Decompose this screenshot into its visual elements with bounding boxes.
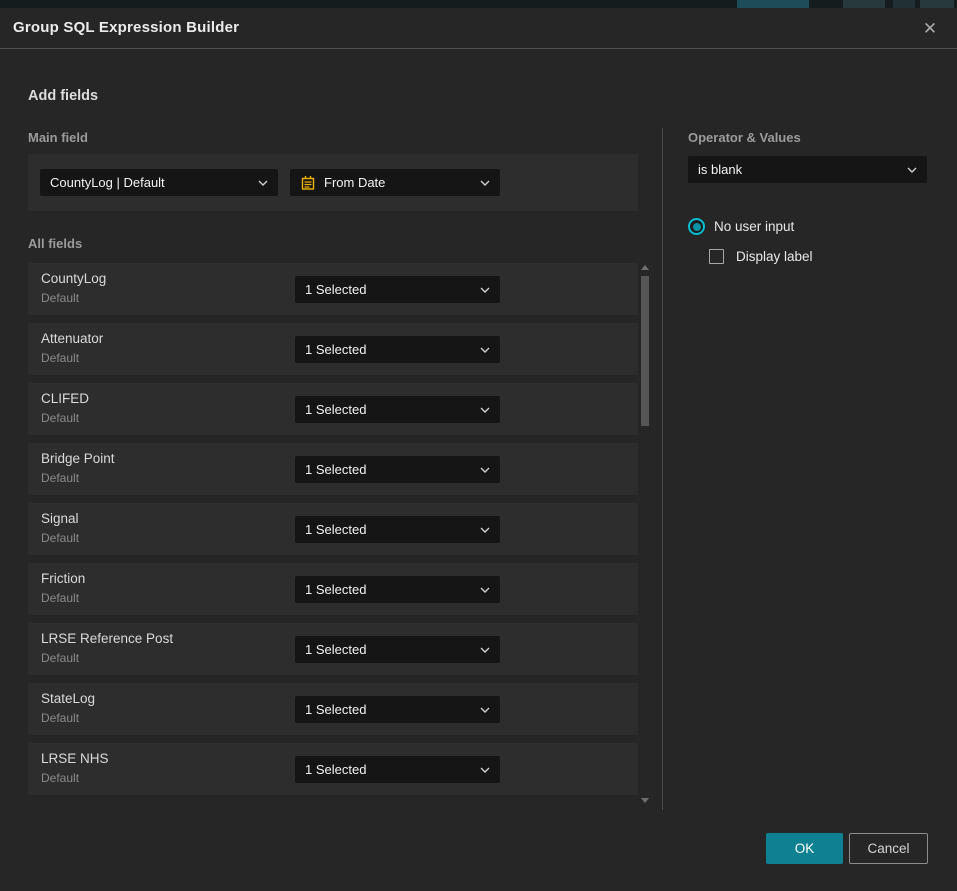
chevron-down-icon [480, 647, 490, 653]
cancel-button[interactable]: Cancel [849, 833, 928, 864]
field-name: Attenuator [41, 331, 103, 346]
field-subtitle: Default [41, 591, 79, 605]
field-subtitle: Default [41, 411, 79, 425]
list-item: Bridge Point Default 1 Selected [28, 443, 638, 495]
background-toolbar-fragment [737, 0, 809, 8]
dialog-title: Group SQL Expression Builder [13, 19, 239, 36]
add-fields-heading: Add fields [28, 88, 98, 104]
scrollbar-down-arrow-icon[interactable] [641, 798, 649, 803]
chevron-down-icon [480, 587, 490, 593]
field-selected-value: 1 Selected [305, 282, 472, 297]
field-selected-dropdown[interactable]: 1 Selected [295, 396, 500, 423]
background-toolbar-fragment [920, 0, 954, 8]
main-field-source-dropdown[interactable]: CountyLog | Default [40, 169, 278, 196]
field-selected-dropdown[interactable]: 1 Selected [295, 276, 500, 303]
all-fields-label: All fields [28, 236, 82, 251]
field-selected-value: 1 Selected [305, 402, 472, 417]
list-item: LRSE Reference Post Default 1 Selected [28, 623, 638, 675]
operator-dropdown[interactable]: is blank [688, 156, 927, 183]
field-name: CLIFED [41, 391, 89, 406]
chevron-down-icon [907, 167, 917, 173]
display-label-text: Display label [736, 249, 813, 264]
field-name: LRSE Reference Post [41, 631, 173, 646]
main-field-source-value: CountyLog | Default [50, 175, 250, 190]
operator-value: is blank [698, 162, 899, 177]
calendar-icon [300, 175, 316, 191]
field-subtitle: Default [41, 291, 79, 305]
field-name: Friction [41, 571, 85, 586]
list-item: Friction Default 1 Selected [28, 563, 638, 615]
scrollbar [640, 263, 650, 805]
list-item: LRSE NHS Default 1 Selected [28, 743, 638, 795]
chevron-down-icon [480, 287, 490, 293]
field-selected-dropdown[interactable]: 1 Selected [295, 756, 500, 783]
dialog-titlebar: Group SQL Expression Builder ✕ [0, 8, 957, 49]
display-label-checkbox[interactable]: Display label [709, 249, 813, 264]
field-selected-value: 1 Selected [305, 582, 472, 597]
list-item: Signal Default 1 Selected [28, 503, 638, 555]
ok-button[interactable]: OK [766, 833, 843, 864]
main-field-field-dropdown[interactable]: From Date [290, 169, 500, 196]
field-selected-value: 1 Selected [305, 642, 472, 657]
all-fields-list: CountyLog Default 1 Selected Attenuator … [28, 263, 638, 803]
list-item: CLIFED Default 1 Selected [28, 383, 638, 435]
main-field-label: Main field [28, 130, 88, 145]
field-selected-value: 1 Selected [305, 762, 472, 777]
chevron-down-icon [480, 767, 490, 773]
field-subtitle: Default [41, 531, 79, 545]
scrollbar-thumb[interactable] [641, 276, 649, 426]
field-name: Signal [41, 511, 79, 526]
panel-divider [662, 128, 663, 810]
field-subtitle: Default [41, 471, 79, 485]
chevron-down-icon [480, 527, 490, 533]
chevron-down-icon [480, 407, 490, 413]
field-subtitle: Default [41, 771, 79, 785]
list-item: StateLog Default 1 Selected [28, 683, 638, 735]
field-selected-value: 1 Selected [305, 462, 472, 477]
scrollbar-up-arrow-icon[interactable] [641, 265, 649, 270]
field-selected-dropdown[interactable]: 1 Selected [295, 636, 500, 663]
main-field-field-value: From Date [324, 175, 472, 190]
background-app-strip [0, 0, 957, 8]
chevron-down-icon [480, 467, 490, 473]
field-selected-value: 1 Selected [305, 342, 472, 357]
chevron-down-icon [480, 347, 490, 353]
list-item: CountyLog Default 1 Selected [28, 263, 638, 315]
field-subtitle: Default [41, 351, 79, 365]
field-selected-dropdown[interactable]: 1 Selected [295, 576, 500, 603]
group-sql-expression-builder-dialog: Group SQL Expression Builder ✕ Add field… [0, 8, 957, 891]
field-subtitle: Default [41, 651, 79, 665]
checkbox-unchecked-icon [709, 249, 724, 264]
close-icon[interactable]: ✕ [918, 17, 942, 41]
field-name: Bridge Point [41, 451, 115, 466]
field-name: StateLog [41, 691, 95, 706]
list-item: Attenuator Default 1 Selected [28, 323, 638, 375]
no-user-input-label: No user input [714, 219, 794, 234]
field-selected-value: 1 Selected [305, 522, 472, 537]
chevron-down-icon [480, 180, 490, 186]
field-selected-dropdown[interactable]: 1 Selected [295, 696, 500, 723]
no-user-input-radio[interactable]: No user input [688, 218, 794, 235]
chevron-down-icon [258, 180, 268, 186]
background-toolbar-fragment [843, 0, 885, 8]
background-toolbar-fragment [893, 0, 915, 8]
field-name: LRSE NHS [41, 751, 109, 766]
field-subtitle: Default [41, 711, 79, 725]
chevron-down-icon [480, 707, 490, 713]
field-name: CountyLog [41, 271, 106, 286]
radio-selected-icon [688, 218, 705, 235]
operator-values-label: Operator & Values [688, 130, 801, 145]
field-selected-dropdown[interactable]: 1 Selected [295, 336, 500, 363]
field-selected-dropdown[interactable]: 1 Selected [295, 516, 500, 543]
field-selected-dropdown[interactable]: 1 Selected [295, 456, 500, 483]
main-field-panel: CountyLog | Default From Date [28, 154, 638, 211]
field-selected-value: 1 Selected [305, 702, 472, 717]
